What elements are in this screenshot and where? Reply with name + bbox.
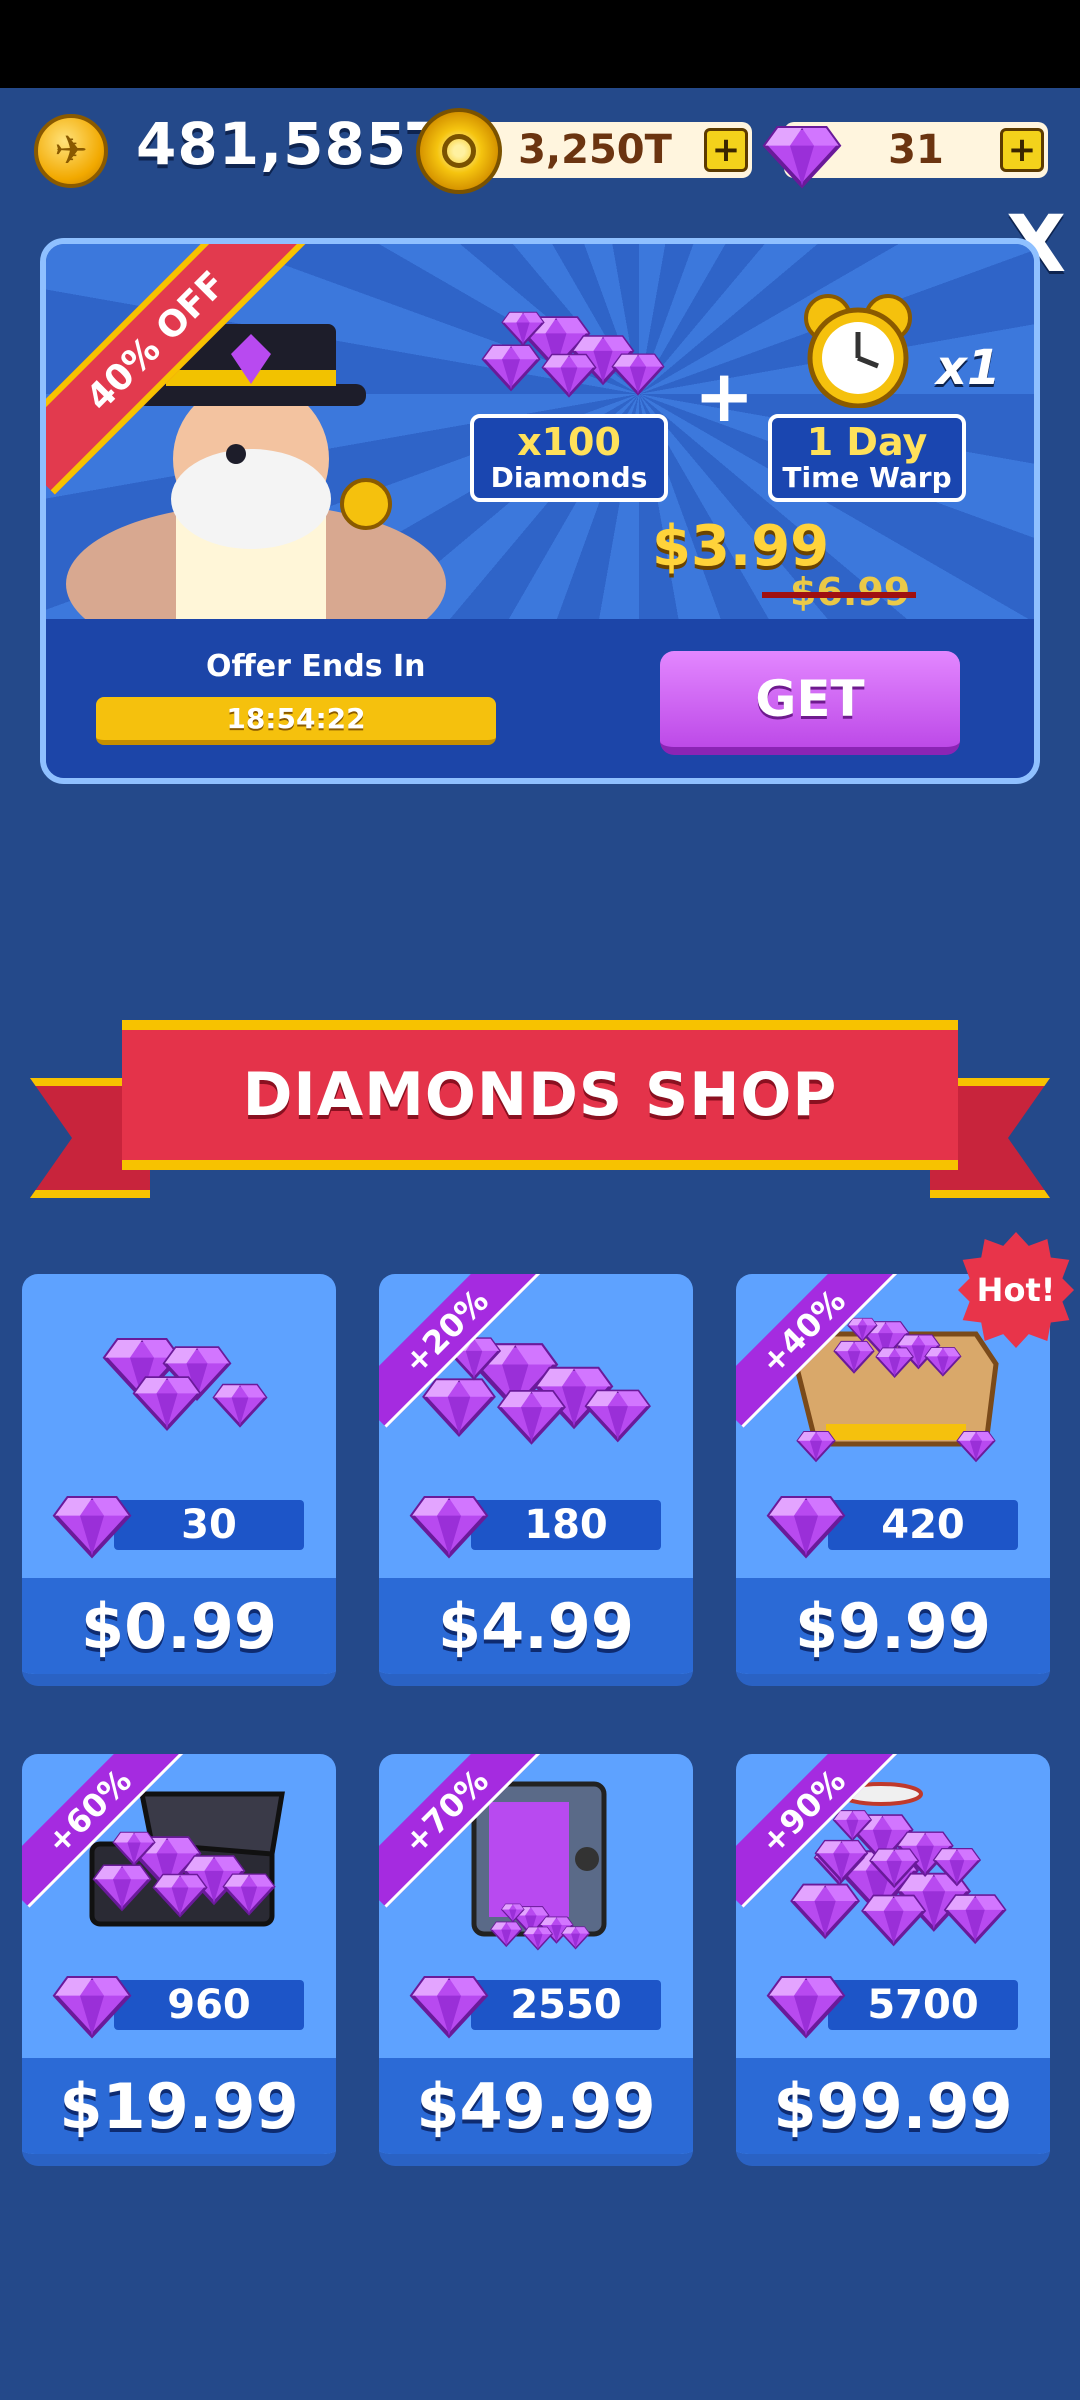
- diamond-pack-420[interactable]: +40% 420 $9.99: [736, 1274, 1050, 1686]
- status-bar: [0, 0, 1080, 88]
- offer-item-time-warp-duration: 1 Day: [806, 420, 928, 465]
- pack-diamond-count: 180: [471, 1500, 661, 1550]
- pack-price-button[interactable]: $19.99: [22, 2058, 336, 2154]
- small-gem-cluster-icon: [103, 1338, 268, 1431]
- cash-balance: 481,585T: [136, 110, 448, 178]
- diamond-pack-960[interactable]: +60% 960 $19.99: [22, 1754, 336, 2166]
- offer-item-time-warp-label: Time Warp: [782, 461, 952, 495]
- diamond-icon: [410, 1496, 488, 1558]
- diamond-icon: [767, 1976, 845, 2038]
- alarm-clock-icon: [804, 294, 912, 408]
- strikethrough-line: [762, 592, 916, 598]
- diamonds-shop-banner: DIAMONDS SHOP: [30, 1020, 1050, 1230]
- pack-count: 960: [52, 1976, 306, 2038]
- time-warp-icon: [416, 108, 502, 194]
- diamond-icon: [410, 1976, 488, 2038]
- currency-bar: ✈ 481,585T 3,250T + 31 +: [0, 108, 1080, 194]
- offer-artwork: 40% OFF x100 Diamonds + x1 1 Day Time Wa…: [46, 244, 1034, 619]
- offer-ends-label: Offer Ends In: [206, 649, 426, 684]
- diamond-icon: [53, 1976, 131, 2038]
- add-time-warp-button[interactable]: +: [704, 128, 748, 172]
- offer-item-diamonds-amount: x100: [517, 420, 621, 465]
- plus-sign: +: [694, 354, 755, 438]
- coin-icon: ✈: [34, 114, 108, 188]
- diamond-icon: [763, 126, 841, 188]
- pack-count: 2550: [409, 1976, 663, 2038]
- offer-countdown-timer: 18:54:22: [96, 697, 496, 745]
- pack-price-button[interactable]: $4.99: [379, 1578, 693, 1674]
- add-diamonds-button[interactable]: +: [1000, 128, 1044, 172]
- pack-price-button[interactable]: $0.99: [22, 1578, 336, 1674]
- pack-diamond-count: 420: [828, 1500, 1018, 1550]
- pack-count: 180: [409, 1496, 663, 1558]
- diamond-icon: [53, 1496, 131, 1558]
- offer-footer: Offer Ends In 18:54:22 GET: [46, 619, 1034, 778]
- pack-count: 420: [766, 1496, 1020, 1558]
- shop-title: DIAMONDS SHOP: [122, 1020, 958, 1170]
- diamond-pile-icon: [466, 294, 676, 404]
- pack-diamond-count: 5700: [828, 1980, 1018, 2030]
- pack-price-button[interactable]: $49.99: [379, 2058, 693, 2154]
- pack-count: 5700: [766, 1976, 1020, 2038]
- pack-diamond-count: 960: [114, 1980, 304, 2030]
- special-offer-card: 40% OFF x100 Diamonds + x1 1 Day Time Wa…: [40, 238, 1040, 784]
- pack-diamond-count: 30: [114, 1500, 304, 1550]
- diamond-icon: [767, 1496, 845, 1558]
- time-warp-multiplier: x1: [936, 340, 1001, 396]
- pack-diamond-count: 2550: [471, 1980, 661, 2030]
- pack-price-button[interactable]: $99.99: [736, 2058, 1050, 2154]
- diamond-pack-30[interactable]: 30 $0.99: [22, 1274, 336, 1686]
- pack-price-button[interactable]: $9.99: [736, 1578, 1050, 1674]
- pack-count: 30: [52, 1496, 306, 1558]
- offer-item-diamonds-label: Diamonds: [490, 461, 648, 495]
- diamond-pack-2550[interactable]: +70% 2550 $49.99: [379, 1754, 693, 2166]
- diamond-pack-180[interactable]: +20% 180 $4.99: [379, 1274, 693, 1686]
- offer-item-diamonds: x100 Diamonds: [470, 414, 668, 502]
- offer-item-time-warp: 1 Day Time Warp: [768, 414, 966, 502]
- get-offer-button[interactable]: GET: [660, 651, 960, 755]
- diamond-pack-5700[interactable]: +90% 5700 $99.99: [736, 1754, 1050, 2166]
